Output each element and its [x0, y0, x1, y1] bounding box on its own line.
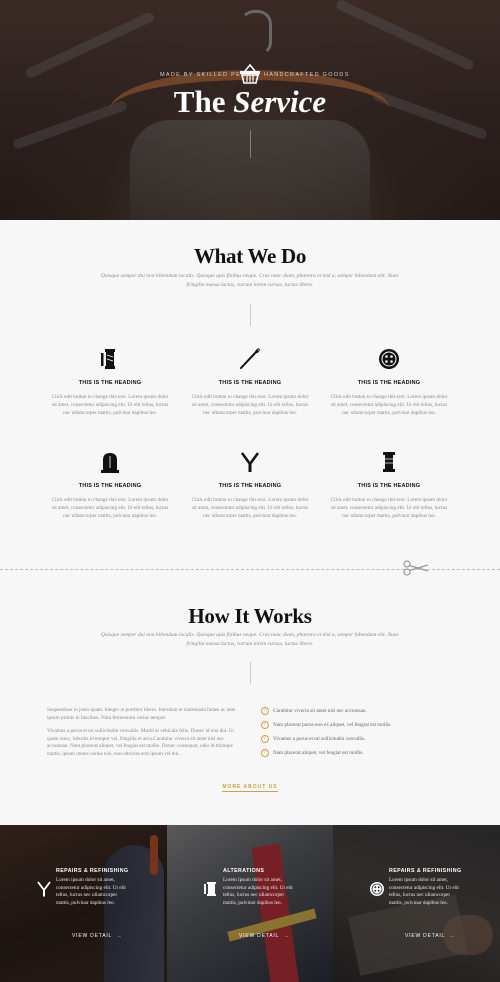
- service-panel-repairs: REPAIRS & REFINISHING Lorem ipsum dolor …: [0, 825, 167, 982]
- hero-tag-right: HANDCRAFTED GOODS: [264, 72, 350, 78]
- checklist-item: ✓ Nam placerat purus non ex aliquet, vel …: [261, 721, 441, 729]
- feature-heading: THIS IS THE HEADING: [357, 380, 421, 386]
- feature-text: Click edit button to change this text. L…: [191, 497, 309, 519]
- feature-card: THIS IS THE HEADING Click edit button to…: [50, 451, 170, 520]
- check-icon: ✓: [261, 707, 269, 715]
- feature-card: THIS IS THE HEADING Click edit button to…: [50, 348, 170, 417]
- scissors-icon: [240, 452, 260, 472]
- panel-text: Lorem ipsum dolor sit amet, consectetur …: [56, 877, 126, 906]
- panel-title: ALTERATIONS: [223, 868, 265, 874]
- checklist-text: Vivamus a purus et mi sollicitudin conva…: [273, 736, 366, 743]
- feature-text: Click edit button to change this text. L…: [191, 394, 309, 416]
- panel-text: Lorem ipsum dolor sit amet, consectetur …: [389, 877, 459, 906]
- feature-heading: THIS IS THE HEADING: [218, 380, 282, 386]
- view-detail-link[interactable]: VIEW DETAIL →: [239, 933, 289, 939]
- feature-card: THIS IS THE HEADING Click edit button to…: [190, 451, 310, 520]
- feature-card: THIS IS THE HEADING Click edit button to…: [329, 348, 449, 417]
- feature-text: Click edit button to change this text. L…: [51, 497, 169, 519]
- check-icon: ✓: [261, 721, 269, 729]
- view-detail-label[interactable]: VIEW DETAIL: [72, 933, 112, 939]
- spool-icon: [101, 349, 115, 369]
- needle-icon: [240, 348, 260, 369]
- how-it-works-subtitle: Quisque semper dui non bibendum iaculis.…: [100, 632, 400, 647]
- basket-icon: [240, 64, 260, 84]
- arrow-right-icon: →: [283, 933, 290, 939]
- button-icon: [370, 882, 384, 896]
- service-panel-repairs-2: REPAIRS & REFINISHING Lorem ipsum dolor …: [333, 825, 500, 982]
- feature-heading: THIS IS THE HEADING: [357, 483, 421, 489]
- feature-heading: THIS IS THE HEADING: [218, 483, 282, 489]
- more-about-us-label[interactable]: MORE ABOUT US: [222, 784, 278, 792]
- view-detail-link[interactable]: VIEW DETAIL →: [72, 933, 122, 939]
- checklist-item: ✓ Curabitur viverra sit amet nisl nec acc…: [261, 707, 441, 715]
- section-divider: [250, 304, 251, 326]
- panel-text: Lorem ipsum dolor sit amet, consectetur …: [223, 877, 293, 906]
- checklist-text: Curabitur viverra sit amet nisl nec accu…: [273, 708, 367, 715]
- feature-text: Click edit button to change this text. L…: [330, 497, 448, 519]
- hero-title-service: Service: [233, 84, 327, 119]
- feature-card: THIS IS THE HEADING Click edit button to…: [329, 451, 449, 520]
- checklist-item: ✓ Vivamus a purus et mi sollicitudin conv…: [261, 735, 441, 743]
- feature-text: Click edit button to change this text. L…: [51, 394, 169, 416]
- feature-text: Click edit button to change this text. L…: [330, 394, 448, 416]
- scissors-icon: [37, 881, 51, 897]
- arrow-right-icon: →: [116, 933, 123, 939]
- checklist-item: ✓ Nam placerat aliquet, vel feugiat est m…: [261, 749, 441, 757]
- more-about-us-link[interactable]: MORE ABOUT US: [0, 784, 500, 792]
- hero-divider: [250, 130, 251, 158]
- thread-icon: [383, 452, 395, 472]
- view-detail-label[interactable]: VIEW DETAIL: [239, 933, 279, 939]
- view-detail-label[interactable]: VIEW DETAIL: [405, 933, 445, 939]
- button-icon: [379, 349, 399, 369]
- hanger-hook: [240, 10, 272, 56]
- feature-heading: THIS IS THE HEADING: [78, 483, 142, 489]
- how-it-works-paragraph: Vivamus a purus et mi sollicitudin conva…: [47, 728, 234, 757]
- scissors-icon: [403, 560, 429, 576]
- view-detail-link[interactable]: VIEW DETAIL →: [405, 933, 455, 939]
- hero-title: The Service: [0, 82, 500, 122]
- what-we-do-title: What We Do: [193, 244, 307, 268]
- feature-heading: THIS IS THE HEADING: [78, 380, 142, 386]
- spool-icon: [204, 882, 216, 896]
- section-divider: [250, 662, 251, 684]
- hero-title-the: The: [173, 84, 226, 119]
- how-it-works-paragraph: Suspendisse in justo quam. Integer at po…: [47, 707, 236, 721]
- mannequin-icon: [101, 453, 119, 473]
- hero-bg-stripe: [334, 0, 476, 72]
- panel-title: REPAIRS & REFINISHING: [56, 868, 129, 874]
- hero-banner: MADE BY SKILLED PEOPLE HANDCRAFTED GOODS…: [0, 0, 500, 220]
- checklist-text: Nam placerat purus non ex aliquet, vel f…: [273, 722, 392, 729]
- check-icon: ✓: [261, 735, 269, 743]
- arrow-right-icon: →: [449, 933, 456, 939]
- service-panel-alterations: ALTERATIONS Lorem ipsum dolor sit amet, …: [167, 825, 333, 982]
- how-it-works-title: How It Works: [188, 604, 312, 628]
- panel-title: REPAIRS & REFINISHING: [389, 868, 462, 874]
- what-we-do-subtitle: Quisque semper dui non bibendum iaculis.…: [100, 273, 400, 288]
- check-icon: ✓: [261, 749, 269, 757]
- checklist-text: Nam placerat aliquet, vel feugiat est mo…: [273, 750, 364, 757]
- feature-card: THIS IS THE HEADING Click edit button to…: [190, 348, 310, 417]
- hero-bg-stripe: [24, 10, 156, 80]
